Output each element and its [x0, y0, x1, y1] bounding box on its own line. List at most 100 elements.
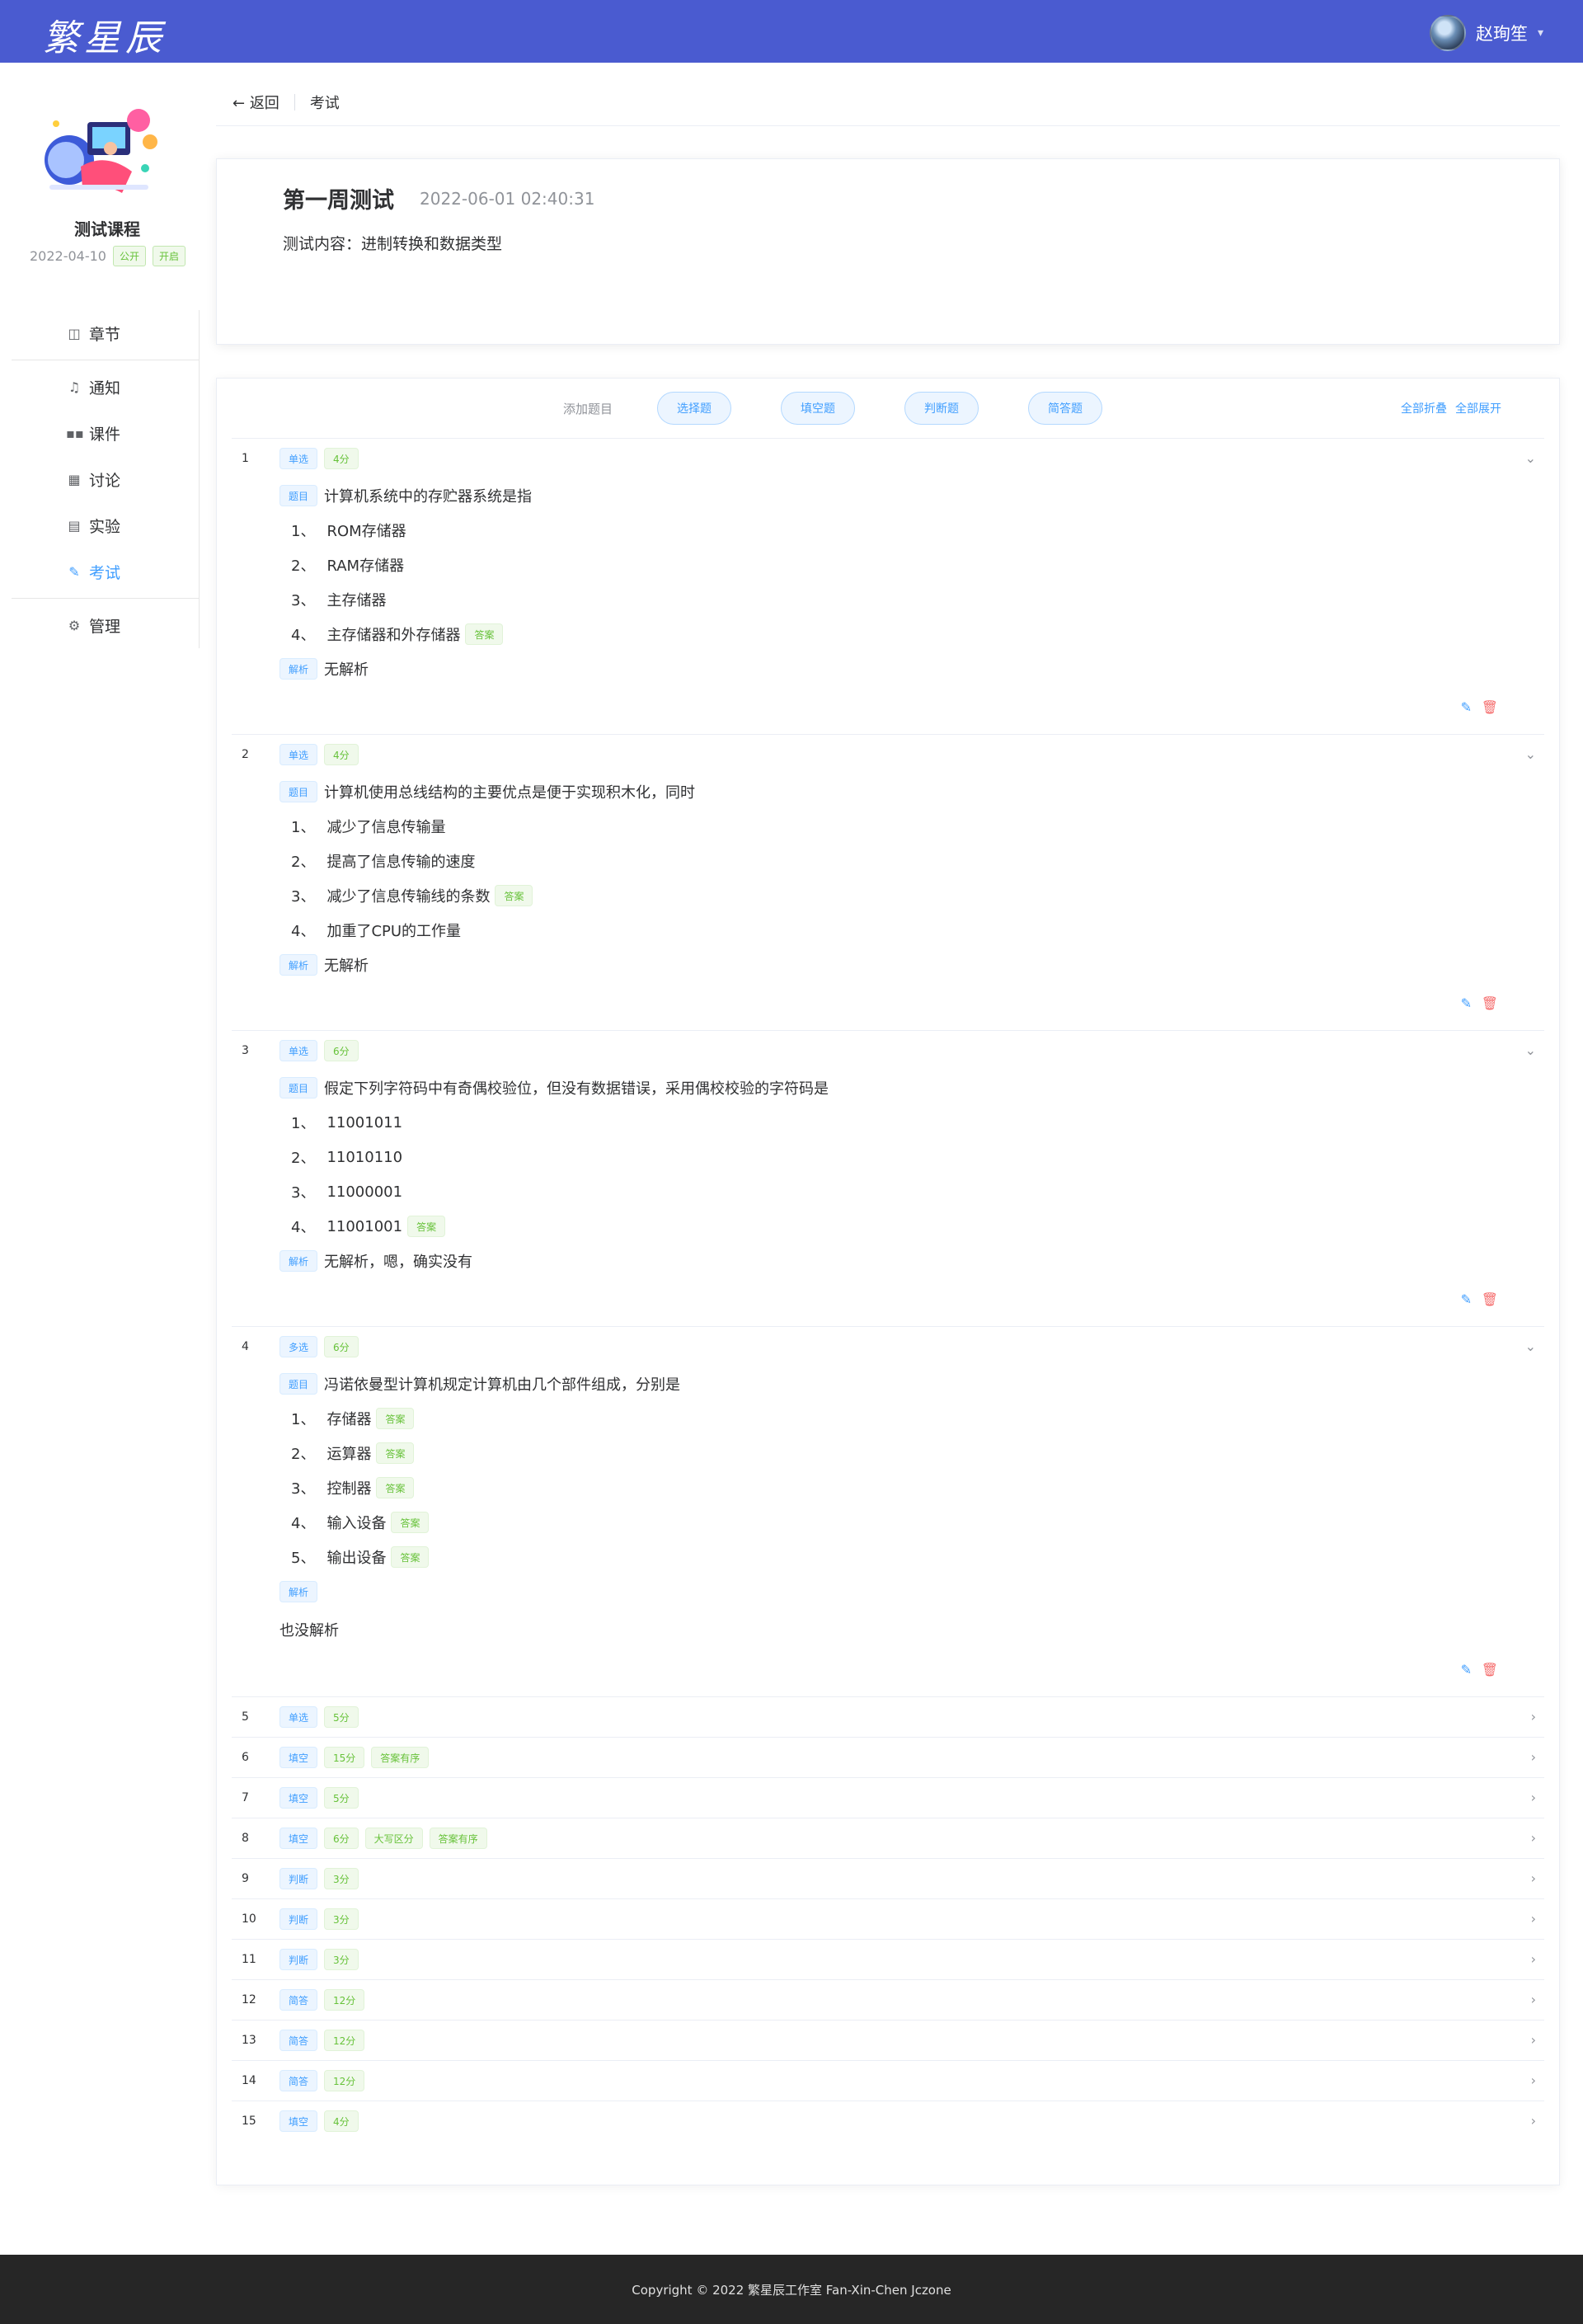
option-text: 提高了信息传输的速度 — [326, 854, 476, 871]
edit-icon[interactable]: ✎ — [1461, 1662, 1472, 1677]
question-item: 15 填空 4分 › — [232, 2101, 1544, 2141]
site-logo[interactable]: 繁星辰 — [43, 8, 167, 61]
question-header[interactable]: 12 简答 12分 › — [232, 1980, 1544, 2020]
option-text: ROM存储器 — [326, 523, 406, 540]
delete-icon[interactable]: 🗑 — [1482, 1662, 1498, 1677]
chevron-right-icon[interactable]: › — [1531, 2072, 1536, 2088]
sidebar-item-exam[interactable]: ✎ 考试 — [12, 548, 199, 595]
question-actions: ✎ 🗑 — [279, 1278, 1544, 1320]
chevron-right-icon[interactable]: › — [1531, 1709, 1536, 1724]
question-index: 4 — [242, 1340, 249, 1353]
back-button[interactable]: ← 返回 — [233, 92, 279, 113]
chevron-down-icon[interactable]: ⌄ — [1525, 1042, 1536, 1058]
sidebar-item-discussion[interactable]: ▦ 讨论 — [12, 456, 199, 502]
question-header[interactable]: 10 判断 3分 › — [232, 1899, 1544, 1939]
chevron-right-icon[interactable]: › — [1531, 1870, 1536, 1886]
question-option: 3、 控制器 答案 — [279, 1470, 1544, 1505]
delete-icon[interactable]: 🗑 — [1482, 1291, 1498, 1307]
question-header[interactable]: 4 多选 6分 ⌄ — [232, 1327, 1544, 1367]
sidebar-item-chapters[interactable]: ◫ 章节 — [12, 310, 199, 356]
sidebar-item-notices[interactable]: ♫ 通知 — [12, 364, 199, 410]
user-menu[interactable]: 赵珣笙 ▾ — [1429, 15, 1543, 51]
question-header[interactable]: 3 单选 6分 ⌄ — [232, 1031, 1544, 1070]
question-header[interactable]: 6 填空 15分 答案有序 › — [232, 1738, 1544, 1777]
question-header[interactable]: 7 填空 5分 › — [232, 1778, 1544, 1818]
chevron-right-icon[interactable]: › — [1531, 1992, 1536, 2007]
question-header[interactable]: 13 简答 12分 › — [232, 2021, 1544, 2060]
answer-tag: 答案 — [495, 885, 533, 906]
analysis-tag: 解析 — [279, 1581, 318, 1602]
chevron-down-icon[interactable]: ▾ — [1538, 26, 1543, 40]
question-header[interactable]: 5 单选 5分 › — [232, 1697, 1544, 1737]
edit-icon[interactable]: ✎ — [1461, 995, 1472, 1011]
question-score-tag: 6分 — [324, 1040, 359, 1061]
question-stem-text: 计算机系统中的存贮器系统是指 — [324, 488, 533, 506]
delete-icon[interactable]: 🗑 — [1482, 699, 1498, 715]
chevron-right-icon[interactable]: › — [1531, 1951, 1536, 1967]
expand-all-link[interactable]: 全部展开 — [1455, 400, 1501, 416]
add-essay-button[interactable]: 简答题 — [1028, 392, 1102, 425]
chevron-down-icon[interactable]: ⌄ — [1525, 450, 1536, 466]
analysis-tag: 解析 — [279, 658, 318, 680]
question-option: 1、 ROM存储器 — [279, 513, 1544, 548]
add-fill-button[interactable]: 填空题 — [781, 392, 855, 425]
option-text: RAM存储器 — [326, 557, 405, 575]
question-type-tag: 简答 — [279, 2030, 318, 2051]
question-item: 9 判断 3分 › — [232, 1858, 1544, 1898]
chevron-right-icon[interactable]: › — [1531, 2032, 1536, 2048]
sidebar-item-label: 考试 — [89, 563, 121, 582]
question-item: 10 判断 3分 › — [232, 1898, 1544, 1939]
avatar[interactable] — [1429, 15, 1466, 51]
question-analysis: 解析 无解析，嗯，确实没有 — [279, 1244, 1544, 1278]
sidebar-item-manage[interactable]: ⚙ 管理 — [12, 602, 199, 648]
option-number: 2、 — [291, 557, 316, 575]
question-header[interactable]: 9 判断 3分 › — [232, 1859, 1544, 1898]
option-text: 11010110 — [326, 1148, 403, 1166]
question-index: 13 — [242, 2034, 256, 2047]
question-header[interactable]: 8 填空 6分 大写区分 答案有序 › — [232, 1818, 1544, 1858]
chevron-right-icon[interactable]: › — [1531, 1911, 1536, 1926]
question-option: 3、 主存储器 — [279, 582, 1544, 617]
question-stem: 题目 计算机使用总线结构的主要优点是便于实现积木化，同时 — [279, 774, 1544, 809]
sidebar-item-lab[interactable]: ▤ 实验 — [12, 502, 199, 548]
sidebar-menu: ◫ 章节 ♫ 通知 ▪▪ 课件 ▦ 讨论 ▤ 实验 ✎ 考试 ⚙ 管理 — [12, 310, 200, 648]
user-name[interactable]: 赵珣笙 — [1476, 21, 1528, 45]
course-meta: 2022-04-10 公开 开启 — [30, 246, 186, 266]
question-body: 题目 假定下列字符码中有奇偶校验位，但没有数据错误，采用偶校校验的字符码是 1、 11… — [232, 1070, 1544, 1326]
question-list-card: 添加题目 选择题 填空题 判断题 简答题 全部折叠 全部展开 1 单选 4分 ⌄ 题目计… — [216, 378, 1560, 2185]
question-header[interactable]: 2 单选 4分 ⌄ — [232, 735, 1544, 774]
option-number: 4、 — [291, 627, 316, 644]
fold-controls: 全部折叠 全部展开 — [1401, 400, 1501, 416]
answer-tag: 答案 — [376, 1442, 415, 1464]
chevron-right-icon[interactable]: › — [1531, 1749, 1536, 1765]
question-header[interactable]: 15 填空 4分 › — [232, 2101, 1544, 2141]
edit-icon[interactable]: ✎ — [1461, 1291, 1472, 1307]
question-analysis: 解析 无解析 — [279, 948, 1544, 982]
delete-icon[interactable]: 🗑 — [1482, 995, 1498, 1011]
question-option-tag: 大写区分 — [364, 1828, 423, 1849]
edit-icon: ✎ — [68, 563, 80, 580]
edit-icon[interactable]: ✎ — [1461, 699, 1472, 715]
course-cover-image — [45, 109, 157, 193]
question-header[interactable]: 14 简答 12分 › — [232, 2061, 1544, 2101]
question-type-tag: 单选 — [279, 1706, 318, 1728]
option-number: 2、 — [291, 1150, 316, 1167]
chevron-down-icon[interactable]: ⌄ — [1525, 746, 1536, 762]
chevron-right-icon[interactable]: › — [1531, 2113, 1536, 2129]
option-text: 运算器 — [326, 1446, 372, 1463]
question-header[interactable]: 11 判断 3分 › — [232, 1940, 1544, 1979]
add-judge-button[interactable]: 判断题 — [904, 392, 979, 425]
question-option: 4、 11001001 答案 — [279, 1209, 1544, 1244]
stem-tag: 题目 — [279, 1077, 318, 1098]
question-analysis: 解析 — [279, 1574, 1544, 1609]
chevron-down-icon[interactable]: ⌄ — [1525, 1338, 1536, 1354]
question-item: 4 多选 6分 ⌄ 题目 冯诺依曼型计算机规定计算机由几个部件组成，分别是 1、 存储器 答案 2… — [232, 1326, 1544, 1696]
sidebar-item-courseware[interactable]: ▪▪ 课件 — [12, 410, 199, 456]
copyright-text: Copyright © 2022 繁星辰工作室 Fan-Xin-Chen Jcz… — [632, 2282, 951, 2298]
chevron-right-icon[interactable]: › — [1531, 1830, 1536, 1846]
collapse-all-link[interactable]: 全部折叠 — [1401, 400, 1447, 416]
add-choice-button[interactable]: 选择题 — [657, 392, 731, 425]
question-header[interactable]: 1 单选 4分 ⌄ — [232, 439, 1544, 478]
question-item: 3 单选 6分 ⌄ 题目 假定下列字符码中有奇偶校验位，但没有数据错误，采用偶校校验的字符… — [232, 1030, 1544, 1326]
chevron-right-icon[interactable]: › — [1531, 1790, 1536, 1805]
